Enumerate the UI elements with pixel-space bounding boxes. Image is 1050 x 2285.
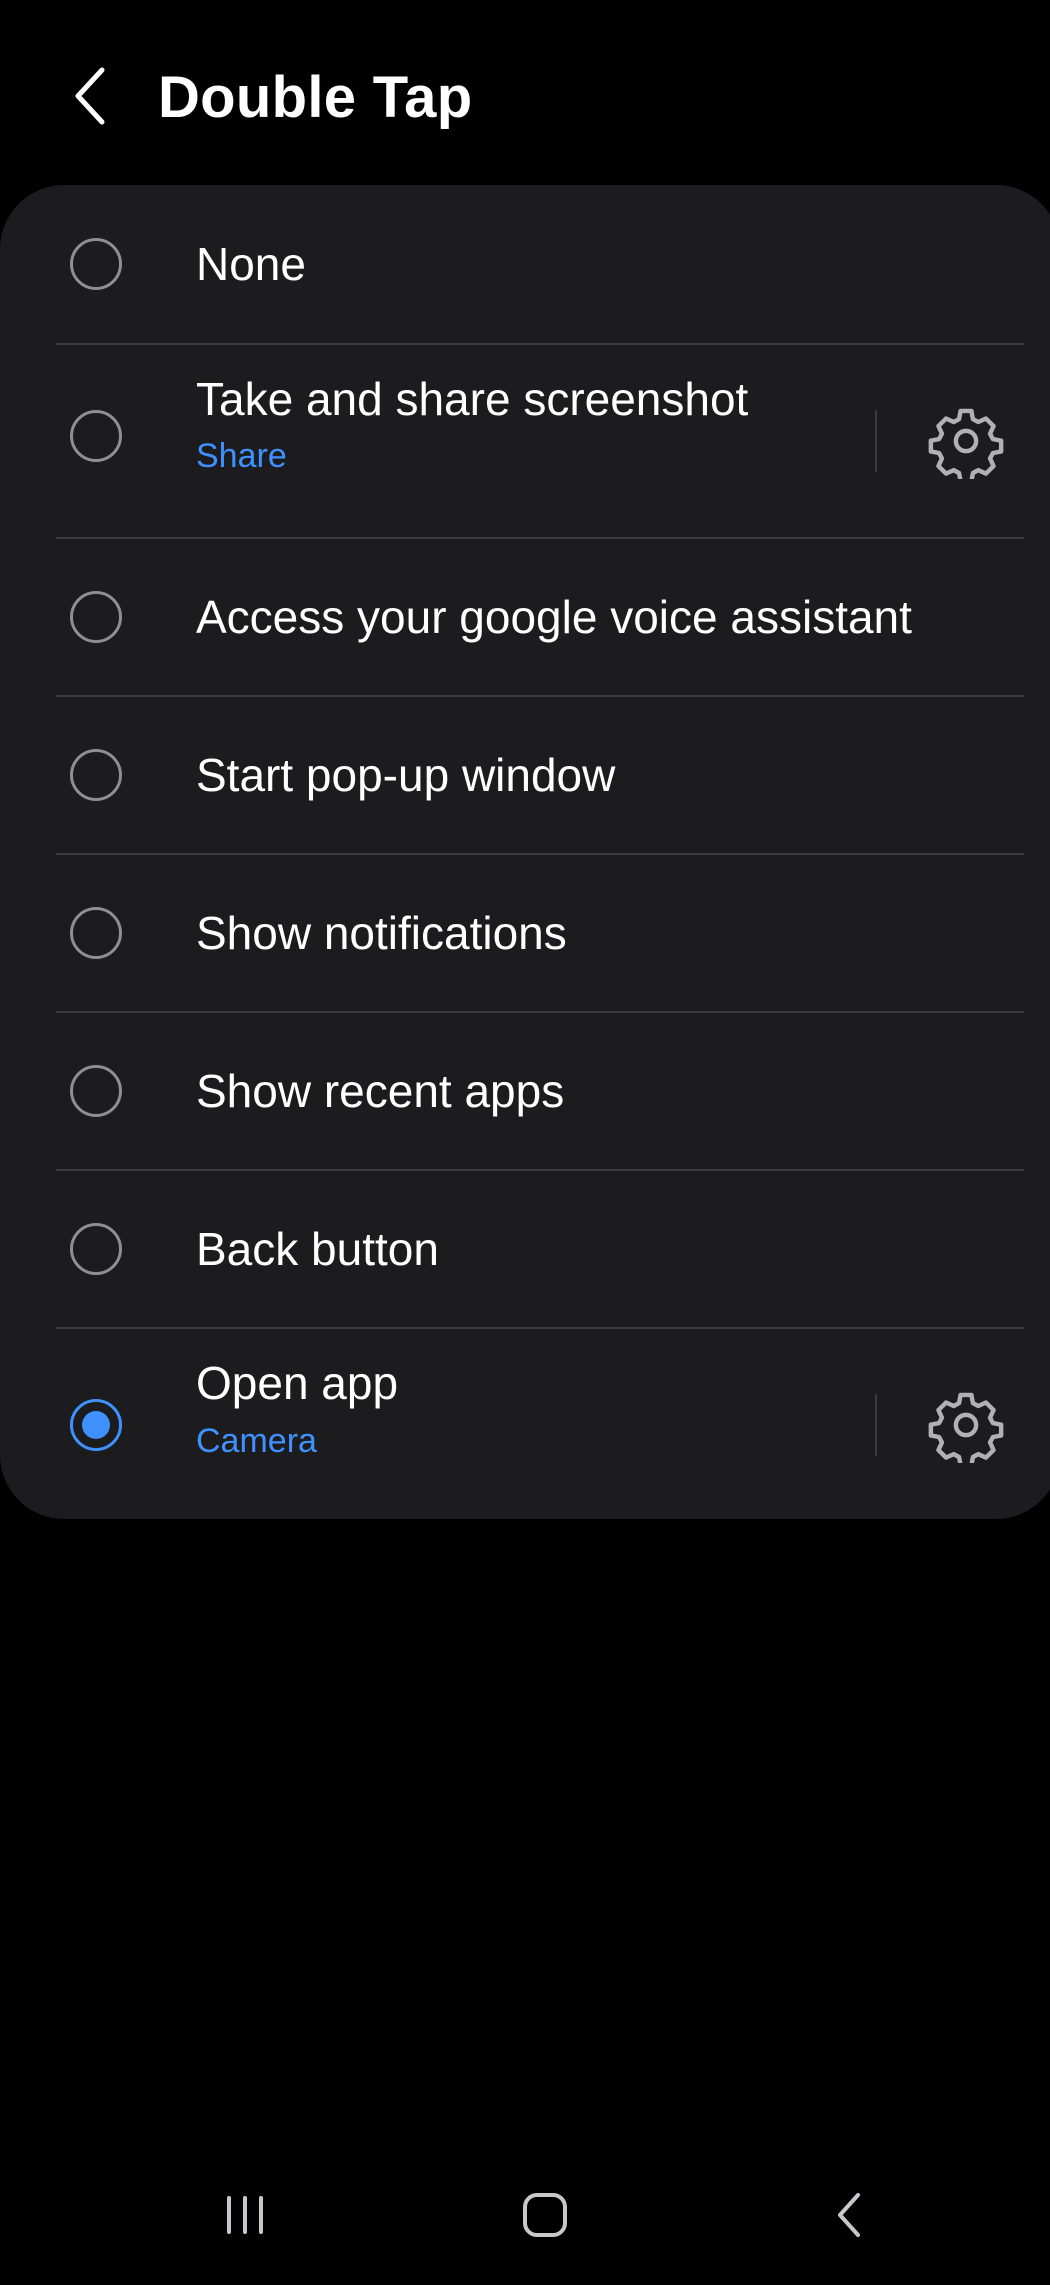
system-navigation-bar — [0, 2160, 1050, 2270]
option-label: None — [196, 238, 306, 290]
options-card: None Take and share screenshot Share Acc… — [0, 185, 1050, 1519]
double-tap-settings-screen: Double Tap None Take and share screensho… — [0, 0, 1050, 2285]
chevron-left-icon — [75, 67, 105, 125]
vertical-separator — [875, 410, 877, 472]
radio-button[interactable] — [70, 1223, 122, 1275]
radio-button[interactable] — [70, 907, 122, 959]
radio-button[interactable] — [70, 238, 122, 290]
vertical-separator — [875, 1394, 877, 1456]
option-label: Access your google voice assistant — [196, 591, 912, 643]
option-none[interactable]: None — [0, 185, 1050, 343]
option-open-app[interactable]: Open app Camera — [0, 1329, 1050, 1519]
home-button[interactable] — [490, 2160, 600, 2270]
gear-icon[interactable] — [928, 403, 1004, 479]
option-label: Back button — [196, 1223, 439, 1275]
option-label: Show recent apps — [196, 1065, 565, 1117]
option-notifications[interactable]: Show notifications — [0, 855, 1050, 1011]
recents-icon — [227, 2196, 263, 2234]
option-label: Start pop-up window — [196, 749, 616, 801]
gear-icon[interactable] — [928, 1387, 1004, 1463]
option-label: Open app — [196, 1357, 399, 1409]
option-screenshot[interactable]: Take and share screenshot Share — [0, 345, 1050, 537]
app-bar: Double Tap — [0, 0, 1050, 190]
option-sublabel: Camera — [196, 1422, 317, 1460]
option-voice-assistant[interactable]: Access your google voice assistant — [0, 539, 1050, 695]
radio-button[interactable] — [70, 591, 122, 643]
back-icon — [838, 2193, 860, 2237]
home-icon — [523, 2193, 567, 2237]
nav-back-button[interactable] — [795, 2160, 905, 2270]
back-button[interactable] — [60, 60, 120, 132]
radio-button[interactable] — [70, 1065, 122, 1117]
option-label: Take and share screenshot — [196, 373, 749, 425]
page-title: Double Tap — [158, 65, 473, 130]
option-back-button[interactable]: Back button — [0, 1171, 1050, 1327]
radio-button-selected[interactable] — [70, 1399, 122, 1451]
option-popup-window[interactable]: Start pop-up window — [0, 697, 1050, 853]
option-recent-apps[interactable]: Show recent apps — [0, 1013, 1050, 1169]
option-label: Show notifications — [196, 907, 567, 959]
option-sublabel: Share — [196, 437, 287, 475]
recents-button[interactable] — [190, 2160, 300, 2270]
radio-button[interactable] — [70, 410, 122, 462]
radio-button[interactable] — [70, 749, 122, 801]
